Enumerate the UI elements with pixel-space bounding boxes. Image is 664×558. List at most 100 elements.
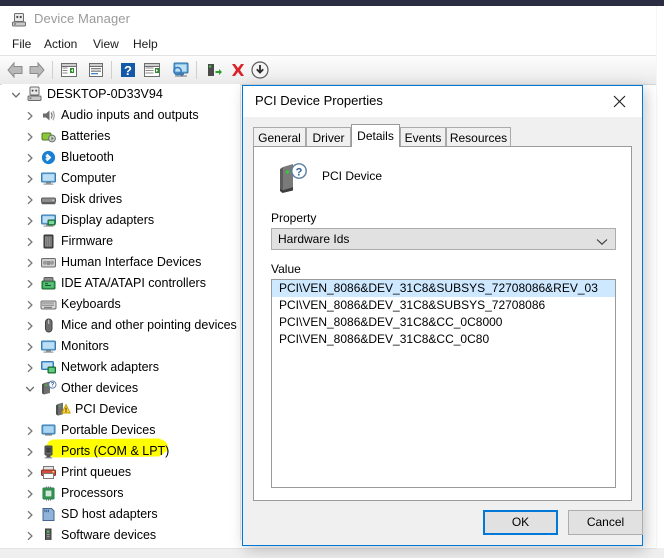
chevron-right-icon[interactable]	[22, 252, 38, 273]
tree-item-audio-inputs-and-outputs[interactable]: Audio inputs and outputs	[2, 105, 240, 126]
tree-item-computer[interactable]: Computer	[2, 168, 240, 189]
chevron-right-icon[interactable]	[22, 231, 38, 252]
menu-file[interactable]: File	[8, 36, 35, 53]
value-row[interactable]: PCI\VEN_8086&DEV_31C8&SUBSYS_72708086	[272, 297, 615, 314]
chevron-right-icon[interactable]	[22, 147, 38, 168]
chevron-right-icon[interactable]	[22, 294, 38, 315]
menu-view[interactable]: View	[89, 36, 123, 53]
chevron-right-icon[interactable]	[22, 126, 38, 147]
tree-item-disk-drives[interactable]: Disk drives	[2, 189, 240, 210]
scan-for-hardware-changes-icon[interactable]	[169, 59, 191, 81]
tree-item-print-queues[interactable]: Print queues	[2, 462, 240, 483]
properties-icon[interactable]	[85, 59, 107, 81]
tab-driver[interactable]: Driver	[306, 127, 351, 147]
value-row[interactable]: PCI\VEN_8086&DEV_31C8&CC_0C80	[272, 331, 615, 348]
tab-general[interactable]: General	[253, 127, 306, 147]
tree-item-keyboards[interactable]: Keyboards	[2, 294, 240, 315]
tree-item-sd-host-adapters[interactable]: SD host adapters	[2, 504, 240, 525]
forward-icon[interactable]	[26, 59, 48, 81]
pci-device-properties-dialog: PCI Device Properties General Driver Detai…	[242, 85, 643, 546]
add-legacy-hardware-icon[interactable]	[203, 59, 225, 81]
chevron-down-icon	[596, 235, 608, 249]
tree-item-software-devices[interactable]: Software devices	[2, 525, 240, 540]
tree-item-other-devices[interactable]: ? Other devices	[2, 378, 240, 399]
menu-bar: File Action View Help	[0, 34, 656, 55]
tree-item-label: Disk drives	[61, 192, 123, 206]
value-row[interactable]: PCI\VEN_8086&DEV_31C8&SUBSYS_72708086&RE…	[272, 280, 615, 297]
tree-item-label: Processors	[61, 486, 124, 500]
tab-details[interactable]: Details	[351, 124, 400, 147]
tree-item-pci-device[interactable]: PCI Device	[2, 399, 240, 420]
tab-resources[interactable]: Resources	[446, 127, 511, 147]
help-icon[interactable]: ?	[117, 59, 139, 81]
device-manager-window: Device Manager File Action View Help ? D…	[0, 6, 656, 548]
chevron-right-icon[interactable]	[22, 525, 38, 540]
dialog-body: General Driver Details Events Resources ? PC…	[243, 117, 643, 544]
dialog-titlebar: PCI Device Properties	[243, 86, 642, 117]
svg-text:?: ?	[296, 167, 303, 179]
tree-item-batteries[interactable]: Batteries	[2, 126, 240, 147]
tree-item-human-interface-devices[interactable]: Human Interface Devices	[2, 252, 240, 273]
tree-item-label: Print queues	[61, 465, 132, 479]
tree-item-mice-and-other-pointing-devices[interactable]: Mice and other pointing devices	[2, 315, 240, 336]
tab-events[interactable]: Events	[400, 127, 446, 147]
menu-action[interactable]: Action	[40, 36, 81, 53]
tree-item-label: Portable Devices	[61, 423, 156, 437]
tree-item-ide-ata-atapi-controllers[interactable]: IDE ATA/ATAPI controllers	[2, 273, 240, 294]
chevron-right-icon[interactable]	[22, 483, 38, 504]
tree-item-bluetooth[interactable]: Bluetooth	[2, 147, 240, 168]
close-icon[interactable]	[597, 86, 642, 116]
chevron-right-icon[interactable]	[22, 189, 38, 210]
chevron-right-icon[interactable]	[22, 315, 38, 336]
menu-help[interactable]: Help	[129, 36, 162, 53]
chevron-right-icon[interactable]	[22, 462, 38, 483]
property-dropdown[interactable]: Hardware Ids	[271, 228, 616, 250]
hid-icon	[40, 254, 57, 271]
property-selected-value: Hardware Ids	[278, 232, 350, 246]
ok-button[interactable]: OK	[483, 510, 558, 535]
tree-item-ports-com-lpt[interactable]: Ports (COM & LPT)	[2, 441, 240, 462]
show-hide-console-tree-icon[interactable]	[58, 59, 80, 81]
disable-device-icon[interactable]	[249, 59, 271, 81]
chevron-right-icon[interactable]	[22, 273, 38, 294]
tree-root-row[interactable]: DESKTOP-0D33V94	[2, 84, 240, 105]
cancel-button[interactable]: Cancel	[568, 510, 643, 535]
dialog-title: PCI Device Properties	[255, 93, 383, 108]
tree-item-label: Software devices	[61, 528, 157, 540]
tree-item-display-adapters[interactable]: Display adapters	[2, 210, 240, 231]
active-tab-joint	[352, 146, 399, 148]
tree-item-portable-devices[interactable]: Portable Devices	[2, 420, 240, 441]
tree-item-network-adapters[interactable]: Network adapters	[2, 357, 240, 378]
bluetooth-icon	[40, 149, 57, 166]
chevron-right-icon[interactable]	[22, 336, 38, 357]
value-row[interactable]: PCI\VEN_8086&DEV_31C8&CC_0C8000	[272, 314, 615, 331]
update-driver-icon[interactable]	[141, 59, 163, 81]
tree-item-label: Human Interface Devices	[61, 255, 202, 269]
device-tree[interactable]: DESKTOP-0D33V94 Audio inputs and outputs B…	[2, 84, 241, 540]
toolbar: ?	[0, 55, 656, 85]
uninstall-device-icon[interactable]	[227, 59, 249, 81]
svg-text:?: ?	[124, 63, 132, 78]
value-listbox[interactable]: PCI\VEN_8086&DEV_31C8&SUBSYS_72708086&RE…	[271, 279, 616, 488]
chevron-right-icon[interactable]	[22, 420, 38, 441]
chevron-down-icon[interactable]	[22, 378, 38, 399]
toolbar-separator-2	[111, 61, 112, 79]
chevron-right-icon[interactable]	[22, 357, 38, 378]
chevron-right-icon[interactable]	[22, 210, 38, 231]
back-icon[interactable]	[4, 59, 26, 81]
chevron-right-icon[interactable]	[22, 168, 38, 189]
sd-host-adapter-icon	[40, 506, 57, 523]
tree-item-label: Ports (COM & LPT)	[61, 444, 170, 458]
desktop-bottom-strip	[0, 548, 664, 558]
chevron-down-icon[interactable]	[8, 84, 24, 105]
chevron-right-icon[interactable]	[22, 441, 38, 462]
tree-item-label: Other devices	[61, 381, 139, 395]
monitor-icon	[40, 338, 57, 355]
processor-icon	[40, 485, 57, 502]
tree-item-processors[interactable]: Processors	[2, 483, 240, 504]
tree-item-monitors[interactable]: Monitors	[2, 336, 240, 357]
chevron-right-icon[interactable]	[22, 504, 38, 525]
chevron-right-icon[interactable]	[22, 105, 38, 126]
monitor-icon	[40, 170, 57, 187]
tree-item-firmware[interactable]: Firmware	[2, 231, 240, 252]
